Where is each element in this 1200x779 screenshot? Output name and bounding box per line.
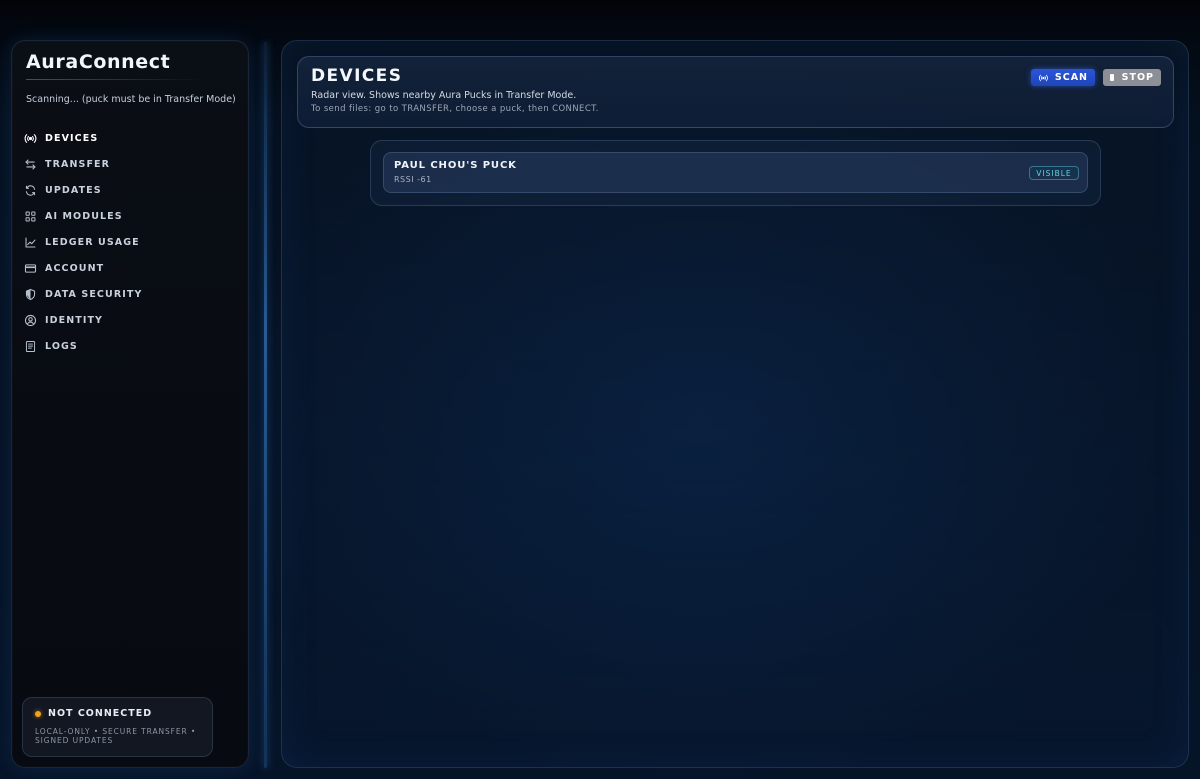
main-panel: DEVICES Radar view. Shows nearby Aura Pu… [281, 40, 1189, 768]
status-badge: VISIBLE [1029, 166, 1079, 180]
sidebar-item-label: IDENTITY [45, 314, 104, 326]
brand-divider [26, 79, 206, 80]
refresh-icon [23, 183, 37, 197]
sidebar-item-label: AI MODULES [45, 210, 123, 222]
connection-detail: LOCAL-ONLY • SECURE TRANSFER • SIGNED UP… [35, 727, 197, 745]
line-chart-icon [23, 235, 37, 249]
page-title: DEVICES [311, 66, 403, 86]
sidebar-item-transfer[interactable]: TRANSFER [12, 151, 248, 177]
device-list: PAUL CHOU'S PUCK RSSI -61 VISIBLE [370, 140, 1101, 206]
document-icon [23, 339, 37, 353]
radar-icon [23, 131, 37, 145]
sidebar-item-label: LOGS [45, 340, 78, 352]
sidebar-item-logs[interactable]: LOGS [12, 333, 248, 359]
sidebar-item-label: LEDGER USAGE [45, 236, 140, 248]
app-brand: AuraConnect [26, 51, 171, 73]
scan-button[interactable]: SCAN [1031, 69, 1095, 86]
sidebar-item-label: DEVICES [45, 132, 99, 144]
sidebar-item-label: ACCOUNT [45, 262, 105, 274]
devices-header: DEVICES Radar view. Shows nearby Aura Pu… [297, 56, 1174, 128]
sidebar-item-data-security[interactable]: DATA SECURITY [12, 281, 248, 307]
swap-arrows-icon [23, 157, 37, 171]
panel-divider [264, 42, 267, 768]
sidebar: AuraConnect Scanning... (puck must be in… [11, 40, 249, 768]
device-rssi: RSSI -61 [394, 175, 432, 184]
scan-status-text: Scanning... (puck must be in Transfer Mo… [26, 94, 236, 105]
sidebar-item-identity[interactable]: IDENTITY [12, 307, 248, 333]
status-dot-icon [35, 710, 41, 717]
radar-icon [1038, 74, 1048, 81]
sidebar-item-ledger-usage[interactable]: LEDGER USAGE [12, 229, 248, 255]
sidebar-item-updates[interactable]: UPDATES [12, 177, 248, 203]
shield-icon [23, 287, 37, 301]
sidebar-item-devices[interactable]: DEVICES [12, 125, 248, 151]
sidebar-item-account[interactable]: ACCOUNT [12, 255, 248, 281]
connection-status-label: NOT CONNECTED [48, 708, 153, 719]
connection-status-card: NOT CONNECTED LOCAL-ONLY • SECURE TRANSF… [22, 697, 213, 757]
stop-button-label: STOP [1121, 72, 1154, 83]
sidebar-nav: DEVICES TRANSFER UPDATES AI MODULES LEDG… [12, 125, 248, 359]
user-circle-icon [23, 313, 37, 327]
device-list-item[interactable]: PAUL CHOU'S PUCK RSSI -61 VISIBLE [383, 152, 1088, 193]
stop-button[interactable]: STOP [1103, 69, 1161, 86]
card-icon [23, 261, 37, 275]
sidebar-item-ai-modules[interactable]: AI MODULES [12, 203, 248, 229]
connection-status: NOT CONNECTED [35, 708, 200, 719]
page-hint: To send files: go to TRANSFER, choose a … [311, 104, 599, 114]
grid-icon [23, 209, 37, 223]
stop-icon [1110, 74, 1114, 81]
sidebar-item-label: TRANSFER [45, 158, 111, 170]
sidebar-item-label: UPDATES [45, 184, 102, 196]
app-window: AuraConnect Scanning... (puck must be in… [0, 0, 1200, 779]
scan-button-label: SCAN [1054, 72, 1088, 83]
sidebar-item-label: DATA SECURITY [45, 288, 143, 300]
page-subtitle: Radar view. Shows nearby Aura Pucks in T… [311, 90, 577, 101]
device-name: PAUL CHOU'S PUCK [394, 160, 517, 171]
